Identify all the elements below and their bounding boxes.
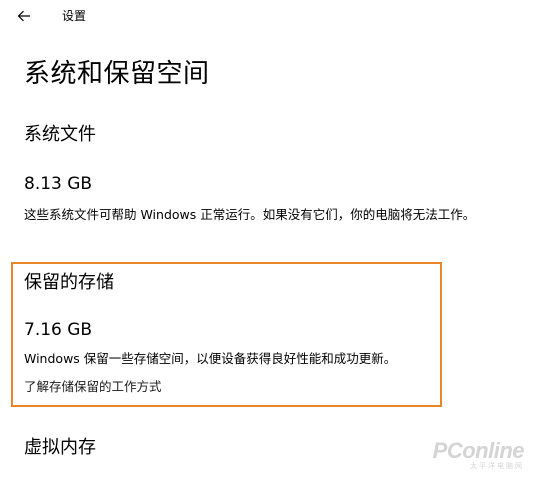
page-title: 系统和保留空间: [24, 59, 210, 89]
system-files-description: 这些系统文件可帮助 Windows 正常运行。如果没有它们，你的电脑将无法工作。: [24, 207, 476, 222]
system-files-heading: 系统文件: [24, 124, 96, 145]
system-files-size: 8.13 GB: [24, 174, 93, 194]
reserved-storage-description: Windows 保留一些存储空间，以便设备获得良好性能和成功更新。: [24, 351, 397, 366]
app-title: 设置: [62, 9, 87, 23]
reserved-storage-size: 7.16 GB: [24, 320, 93, 340]
virtual-memory-heading: 虚拟内存: [24, 437, 96, 458]
learn-reserved-storage-link[interactable]: 了解存储保留的工作方式: [24, 378, 162, 396]
watermark-subtext: 太平洋电脑网: [470, 462, 524, 470]
reserved-storage-heading: 保留的存储: [24, 272, 114, 293]
title-bar: 设置: [0, 0, 534, 32]
pconline-watermark: PConline 太平洋电脑网: [432, 438, 525, 471]
watermark-logo: PConline: [432, 438, 525, 463]
back-button[interactable]: [10, 4, 38, 28]
arrow-left-icon: [17, 10, 31, 22]
